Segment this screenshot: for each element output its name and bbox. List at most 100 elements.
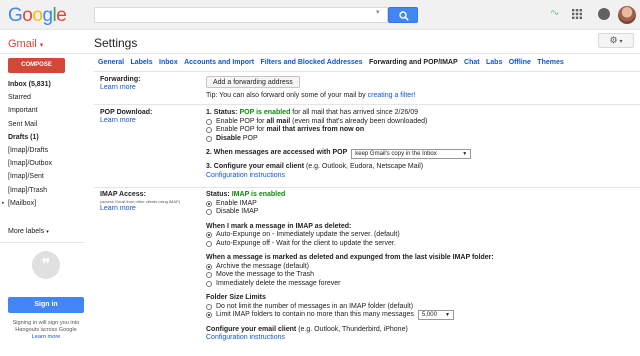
- imap-label: IMAP Access:: [100, 191, 146, 198]
- sidebar-item-label: Inbox (5,831): [8, 81, 51, 88]
- imap-access-radio[interactable]: [206, 209, 212, 216]
- folder-size-radio[interactable]: [206, 312, 212, 319]
- compose-button[interactable]: COMPOSE: [8, 58, 65, 73]
- sidebar-item[interactable]: [Imap]/Sent: [0, 170, 84, 183]
- imap-expunged-options: Archive the message (default) Move the me…: [206, 263, 636, 289]
- imap-access-option[interactable]: Disable IMAP: [206, 208, 636, 217]
- imap-client-label: Configure your email client: [206, 325, 297, 333]
- apps-icon[interactable]: [572, 9, 582, 19]
- hangouts-signin-button[interactable]: Sign in: [8, 297, 84, 313]
- tab-6[interactable]: Forwarding and POP/IMAP: [369, 59, 458, 66]
- option-label: Limit IMAP folders to contain no more th…: [216, 311, 414, 318]
- imap-access-option[interactable]: Enable IMAP: [206, 200, 636, 209]
- sidebar-item[interactable]: Important: [0, 104, 84, 117]
- option-text: Enable POP for: [216, 117, 267, 125]
- learn-more-link[interactable]: Learn more: [100, 205, 196, 212]
- option-label: Auto-Expunge on - Immediately update the…: [216, 231, 400, 238]
- imap-deleted-radio[interactable]: [206, 232, 212, 239]
- settings-gear-button[interactable]: ⚙ ▾: [598, 33, 634, 48]
- chevron-down-icon: ▾: [46, 229, 49, 235]
- extensions-icon[interactable]: ᵔᵕ: [551, 9, 559, 20]
- chevron-down-icon: ▼: [444, 312, 450, 319]
- settings-panel: Forwarding: Learn more Add a forwarding …: [94, 69, 640, 356]
- gmail-menu[interactable]: Gmail ▾: [8, 38, 43, 50]
- search-options-dropdown-icon[interactable]: ▾: [376, 8, 380, 16]
- imap-expunged-radio[interactable]: [206, 280, 212, 287]
- pop-configuration-instructions-link[interactable]: Configuration instructions: [206, 172, 285, 179]
- tab-5[interactable]: Filters and Blocked Addresses: [261, 59, 363, 66]
- tab-10[interactable]: Themes: [537, 59, 563, 66]
- expand-arrow-icon[interactable]: ▸: [2, 197, 5, 210]
- google-logo[interactable]: Google: [8, 5, 67, 27]
- sidebar-item-label: [Mailbox]: [8, 199, 37, 207]
- pop-option[interactable]: Disable POP: [206, 135, 636, 144]
- sidebar-item-label: Sent Mail: [8, 120, 38, 128]
- sidebar-nav: Inbox (5,831) Starred Important Sent Mail Dr…: [0, 78, 84, 210]
- imap-expunged-radio[interactable]: [206, 272, 212, 279]
- sidebar-item[interactable]: Sent Mail: [0, 118, 84, 131]
- sidebar-item-label: Starred: [8, 94, 31, 102]
- imap-access-radio[interactable]: [206, 200, 212, 207]
- learn-more-link[interactable]: Learn more: [32, 334, 61, 340]
- sidebar-item[interactable]: [Imap]/Drafts: [0, 144, 84, 157]
- tab-4[interactable]: Accounts and Import: [184, 59, 254, 66]
- folder-size-option[interactable]: Limit IMAP folders to contain no more th…: [206, 310, 636, 321]
- imap-access-row: IMAP Access: (access Gmail from other cl…: [94, 187, 640, 356]
- search-input[interactable]: [94, 7, 388, 23]
- chevron-down-icon: ▾: [39, 42, 44, 49]
- pop-option[interactable]: Enable POP for mail that arrives from no…: [206, 126, 636, 135]
- pop-radio[interactable]: [206, 127, 212, 134]
- pop-radio[interactable]: [206, 135, 212, 142]
- imap-expunged-option[interactable]: Move the message to the Trash: [206, 271, 636, 280]
- tab-9[interactable]: Offline: [509, 59, 531, 66]
- tab-8[interactable]: Labs: [486, 59, 502, 66]
- more-labels-label: More labels: [8, 228, 45, 235]
- sidebar-item[interactable]: Starred: [0, 91, 84, 104]
- hangouts-icon: ❞: [32, 251, 60, 279]
- logo-letter: o: [22, 5, 33, 26]
- chevron-down-icon: ▾: [619, 39, 623, 45]
- pop-access-select[interactable]: keep Gmail's copy in the Inbox ▼: [351, 148, 472, 159]
- pop-status-value: POP is enabled: [239, 109, 291, 116]
- sidebar-item[interactable]: Inbox (5,831): [0, 78, 84, 91]
- imap-status-prefix: Status:: [206, 191, 230, 198]
- pop-option[interactable]: Enable POP for all mail (even mail that'…: [206, 118, 636, 127]
- learn-more-link[interactable]: Learn more: [100, 84, 196, 91]
- option-emphasis: all mail: [266, 117, 291, 125]
- folder-limit-value: 5,000: [421, 312, 437, 319]
- sidebar-item[interactable]: [Imap]/Outbox: [0, 157, 84, 170]
- more-labels-link[interactable]: More labels ▾: [8, 228, 49, 235]
- imap-deleted-radio[interactable]: [206, 240, 212, 247]
- tab-3[interactable]: Inbox: [159, 59, 178, 66]
- option-label: Enable IMAP: [216, 199, 257, 207]
- learn-more-link[interactable]: Learn more: [100, 117, 196, 124]
- tab-1[interactable]: General: [98, 59, 124, 66]
- sidebar-item[interactable]: Drafts (1): [0, 131, 84, 144]
- add-forwarding-address-button[interactable]: Add a forwarding address: [206, 76, 300, 88]
- folder-limit-select[interactable]: 5,000 ▼: [417, 310, 454, 321]
- imap-sublabel: (access Gmail from other clients using I…: [100, 199, 181, 204]
- imap-deleted-option[interactable]: Auto-Expunge off - Wait for the client t…: [206, 240, 636, 249]
- tab-2[interactable]: Labels: [130, 59, 152, 66]
- pop-label-block: POP Download: Learn more: [100, 109, 196, 124]
- logo-letter: e: [56, 5, 67, 26]
- pop-options: Enable POP for all mail (even mail that'…: [206, 118, 636, 144]
- imap-expunged-option[interactable]: Immediately delete the message forever: [206, 280, 636, 289]
- imap-deleted-option[interactable]: Auto-Expunge on - Immediately update the…: [206, 231, 636, 240]
- imap-configuration-instructions-link[interactable]: Configuration instructions: [206, 334, 285, 341]
- sidebar-item[interactable]: [Imap]/Trash: [0, 184, 84, 197]
- folder-size-radio[interactable]: [206, 303, 212, 310]
- imap-expunged-radio[interactable]: [206, 263, 212, 270]
- folder-size-options: Do not limit the number of messages in a…: [206, 303, 636, 321]
- sidebar-item[interactable]: ▸ [Mailbox]: [0, 197, 84, 210]
- imap-status: Status: IMAP is enabled: [206, 191, 636, 200]
- tab-7[interactable]: Chat: [464, 59, 480, 66]
- avatar[interactable]: [618, 6, 636, 24]
- search-button[interactable]: [388, 7, 418, 23]
- imap-expunged-option[interactable]: Archive the message (default): [206, 263, 636, 272]
- pop-radio[interactable]: [206, 118, 212, 125]
- imap-access-options: Enable IMAP Disable IMAP: [206, 200, 636, 217]
- create-filter-link[interactable]: creating a filter!: [368, 92, 416, 99]
- notifications-icon[interactable]: [598, 8, 610, 20]
- forwarding-body: Add a forwarding address Tip: You can al…: [206, 76, 636, 101]
